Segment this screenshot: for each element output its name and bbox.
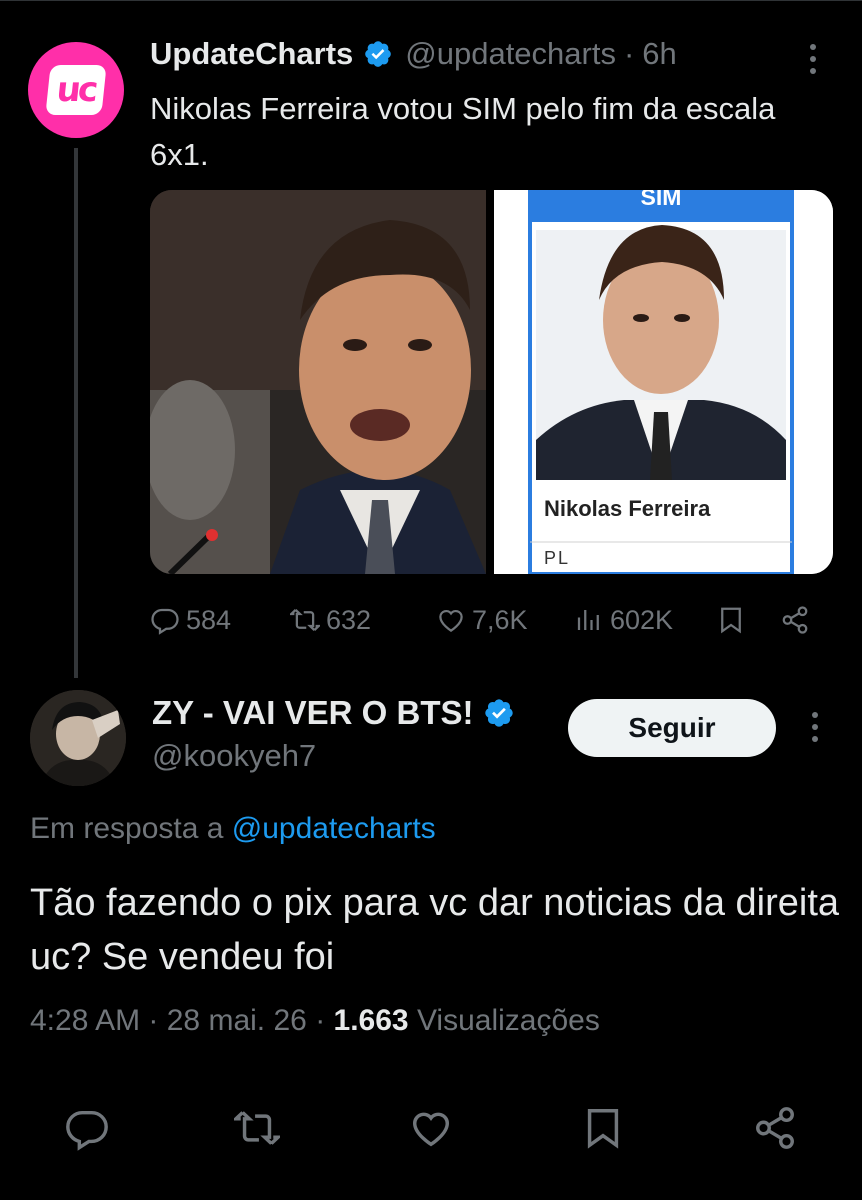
reply-action[interactable] bbox=[64, 1105, 114, 1155]
ballot-party: PL bbox=[544, 548, 571, 568]
thread-connector bbox=[74, 148, 78, 678]
avatar-illustration bbox=[30, 690, 126, 786]
parent-handle[interactable]: @updatecharts bbox=[405, 36, 616, 72]
like-icon bbox=[412, 1112, 450, 1147]
media-grid[interactable]: SIM Nikolas Ferreira PL bbox=[150, 190, 833, 574]
reply-prefix: Em resposta a bbox=[30, 812, 224, 845]
photo-speaking-deputy[interactable] bbox=[150, 190, 486, 574]
reply-views-label: Visualizações bbox=[416, 1004, 600, 1037]
views-count: 602K bbox=[610, 604, 674, 635]
share-icon bbox=[782, 606, 808, 634]
bookmark-action[interactable] bbox=[716, 600, 746, 640]
reply-views-count: 1.663 bbox=[333, 1004, 409, 1037]
separator-dot: · bbox=[623, 36, 635, 71]
repost-icon bbox=[231, 1111, 283, 1145]
like-count: 7,6K bbox=[472, 604, 528, 635]
reply-handle[interactable]: @kookyeh7 bbox=[152, 738, 316, 774]
photo-illustration bbox=[150, 190, 486, 574]
ballot-header: SIM bbox=[640, 190, 682, 210]
like-action[interactable] bbox=[408, 1105, 458, 1155]
views-action[interactable]: 602K bbox=[574, 600, 673, 640]
reply-count: 584 bbox=[186, 604, 232, 635]
reply-action[interactable]: 584 bbox=[150, 600, 231, 640]
reply-icon bbox=[66, 1110, 108, 1151]
views-icon bbox=[577, 610, 599, 630]
like-action[interactable]: 7,6K bbox=[436, 600, 528, 640]
parent-timestamp[interactable]: 6h bbox=[642, 36, 676, 72]
reply-display-name[interactable]: ZY - VAI VER O BTS! bbox=[152, 694, 473, 732]
reply-context: Em resposta a @updatecharts bbox=[30, 812, 436, 846]
verified-icon bbox=[485, 699, 514, 727]
repost-action[interactable] bbox=[231, 1105, 284, 1155]
share-icon bbox=[756, 1107, 794, 1149]
ballot-card[interactable]: SIM Nikolas Ferreira PL bbox=[494, 190, 833, 574]
repost-count: 632 bbox=[326, 604, 372, 635]
uc-logo: uc bbox=[45, 65, 107, 115]
more-icon[interactable] bbox=[808, 44, 818, 74]
bookmark-action[interactable] bbox=[580, 1105, 630, 1155]
more-icon[interactable] bbox=[810, 712, 820, 742]
separator-dot: · bbox=[315, 1004, 334, 1037]
repost-icon bbox=[290, 609, 320, 631]
share-action[interactable] bbox=[780, 600, 810, 640]
share-action[interactable] bbox=[752, 1105, 802, 1155]
reply-tweet-text: Tão fazendo o pix para vc dar noticias d… bbox=[30, 882, 840, 978]
repost-action[interactable]: 632 bbox=[290, 600, 371, 640]
verified-icon bbox=[365, 41, 392, 67]
ballot-name: Nikolas Ferreira bbox=[544, 496, 711, 521]
reply-date[interactable]: 28 mai. 26 bbox=[167, 1004, 307, 1037]
avatar-kookyeh7[interactable] bbox=[30, 690, 126, 786]
reply-icon bbox=[151, 608, 179, 635]
avatar-updatecharts[interactable]: uc bbox=[28, 42, 124, 138]
reply-mention-link[interactable]: @updatecharts bbox=[232, 812, 436, 845]
like-icon bbox=[439, 609, 463, 632]
parent-tweet-header: UpdateCharts @updatecharts · 6h bbox=[150, 34, 677, 74]
top-divider bbox=[0, 0, 862, 1]
reply-actions bbox=[0, 1105, 862, 1157]
parent-actions: 584 632 7,6K 602K bbox=[150, 600, 830, 640]
follow-button[interactable]: Seguir bbox=[568, 699, 776, 757]
reply-display-name-row: ZY - VAI VER O BTS! bbox=[152, 694, 515, 732]
parent-display-name[interactable]: UpdateCharts bbox=[150, 36, 353, 72]
separator-dot: · bbox=[148, 1004, 167, 1037]
parent-tweet-text: Nikolas Ferreira votou SIM pelo fim da e… bbox=[150, 91, 776, 172]
bookmark-icon bbox=[721, 607, 741, 634]
bookmark-icon bbox=[587, 1109, 619, 1149]
reply-meta: 4:28 AM · 28 mai. 26 · 1.663 Visualizaçõ… bbox=[30, 1004, 600, 1038]
reply-time[interactable]: 4:28 AM bbox=[30, 1004, 140, 1037]
